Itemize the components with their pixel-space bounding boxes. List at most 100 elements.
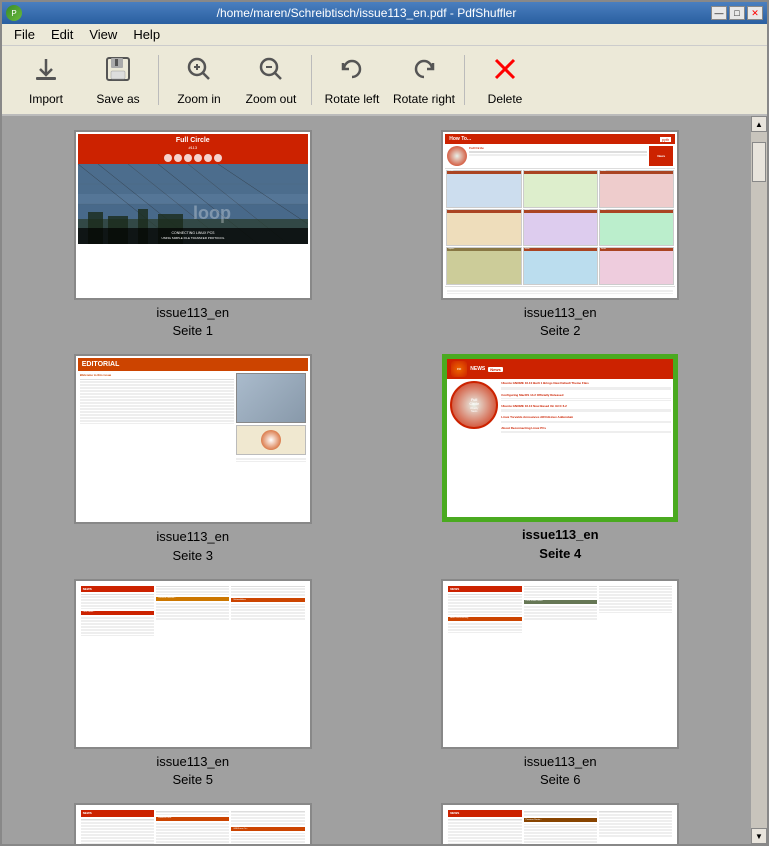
menu-help[interactable]: Help — [125, 25, 168, 44]
zoom-in-icon — [185, 55, 213, 88]
page-thumb-6: NEWS — [445, 583, 675, 745]
p5-col2: Chronicle Release... — [156, 586, 229, 742]
main-window: P /home/maren/Schreibtisch/issue113_en.p… — [0, 0, 769, 846]
page-1-content: Full Circle #113 — [78, 134, 308, 296]
rotate-left-button[interactable]: Rotate left — [316, 49, 388, 111]
p4-fc-logo: Full Circle Weekly News — [450, 381, 498, 429]
save-button[interactable]: Save as — [82, 49, 154, 111]
p5-col3: Vulnerabilities — [231, 586, 304, 742]
app-icon: P — [6, 5, 22, 21]
close-button[interactable]: ✕ — [747, 6, 763, 20]
page-thumb-wrapper-2: How To... pyth Full Circle — [441, 130, 679, 300]
page-thumb-wrapper-3: EDITORIAL Welcome to this issue — [74, 354, 312, 524]
page-thumb-wrapper-7: NEWS — [74, 803, 312, 844]
content-wrapper: Full Circle #113 — [2, 116, 767, 844]
p4-story-5: About Reconnecting Linux PCs — [501, 426, 671, 433]
p1-brand: Full Circle — [78, 134, 308, 145]
page-thumb-wrapper-4: FC NEWS News Full — [442, 354, 678, 522]
page-6-content: NEWS — [445, 583, 675, 745]
menu-edit[interactable]: Edit — [43, 25, 81, 44]
scroll-down-button[interactable]: ▼ — [751, 828, 767, 844]
page-thumb-wrapper-5: NEWS — [74, 579, 312, 749]
rotate-left-label: Rotate left — [325, 92, 380, 106]
zoom-in-label: Zoom in — [177, 92, 220, 106]
delete-label: Delete — [488, 92, 523, 106]
rotate-left-icon — [338, 55, 366, 88]
p4-right-col: Ubuntu GNOME 16.10 Built 1 Brings New De… — [501, 381, 671, 515]
zoom-out-button[interactable]: Zoom out — [235, 49, 307, 111]
p4-left-col: Full Circle Weekly News — [449, 381, 499, 515]
p8-col1: NEWS — [448, 810, 521, 844]
page-label-1: issue113_en Seite 1 — [156, 304, 229, 340]
maximize-button[interactable]: □ — [729, 6, 745, 20]
p6-col1: NEWS — [448, 586, 521, 742]
menu-view[interactable]: View — [81, 25, 125, 44]
page-thumb-3: EDITORIAL Welcome to this issue — [78, 358, 308, 520]
p2-header: How To... pyth — [445, 134, 675, 144]
toolbar: Import Save as — [2, 46, 767, 116]
page-item-6[interactable]: NEWS — [384, 579, 738, 789]
page-thumb-5: NEWS — [78, 583, 308, 745]
page-5-content: NEWS — [78, 583, 308, 745]
page-item-2[interactable]: How To... pyth Full Circle — [384, 130, 738, 340]
svg-text:USING SIMPLE FILE TRANSFER PRO: USING SIMPLE FILE TRANSFER PROTOCOL — [161, 236, 224, 240]
p1-issue: #113 — [78, 145, 308, 152]
rotate-right-button[interactable]: Rotate right — [388, 49, 460, 111]
import-label: Import — [29, 92, 63, 106]
svg-text:CONNECTING LINUX PCS: CONNECTING LINUX PCS — [171, 231, 215, 235]
scrollbar-track[interactable] — [751, 132, 767, 828]
separator-1 — [158, 55, 159, 105]
page-item-7[interactable]: NEWS — [16, 803, 370, 844]
page-2-content: How To... pyth Full Circle — [445, 134, 675, 296]
p5-col1: NEWS — [81, 586, 154, 742]
scroll-up-button[interactable]: ▲ — [751, 116, 767, 132]
page-item-3[interactable]: EDITORIAL Welcome to this issue — [16, 354, 370, 564]
p4-story-4: Linux Torvalds Announces ARCHLinux Adden… — [501, 415, 671, 422]
p8-col3 — [599, 810, 672, 844]
delete-icon — [491, 55, 519, 88]
save-label: Save as — [96, 92, 139, 106]
delete-button[interactable]: Delete — [469, 49, 541, 111]
page-thumb-wrapper-1: Full Circle #113 — [74, 130, 312, 300]
vertical-scrollbar: ▲ ▼ — [751, 116, 767, 844]
window-title: /home/maren/Schreibtisch/issue113_en.pdf… — [22, 6, 711, 20]
minimize-button[interactable]: — — [711, 6, 727, 20]
page-thumb-4: FC NEWS News Full — [445, 357, 675, 519]
p1-cover-image: loop CONNECTING LINUX PCS USING SIMPLE F… — [78, 164, 308, 244]
zoom-out-icon — [257, 55, 285, 88]
page-item-5[interactable]: NEWS — [16, 579, 370, 789]
p7-col3: GNU/Linux On... — [231, 810, 304, 844]
save-icon — [104, 55, 132, 88]
page-thumb-7: NEWS — [78, 807, 308, 844]
p7-col1: NEWS — [81, 810, 154, 844]
page-label-5: issue113_en Seite 5 — [156, 753, 229, 789]
page-item-4[interactable]: FC NEWS News Full — [384, 354, 738, 564]
page-label-2: issue113_en Seite 2 — [524, 304, 597, 340]
page-4-content: FC NEWS News Full — [447, 359, 673, 517]
p8-col2: Premiere Router... — [524, 810, 597, 844]
page-thumb-1: Full Circle #113 — [78, 134, 308, 296]
import-button[interactable]: Import — [10, 49, 82, 111]
page-label-4: issue113_en Seite 4 — [522, 526, 599, 562]
page-label-3: issue113_en Seite 3 — [156, 528, 229, 564]
page-item-8[interactable]: NEWS — [384, 803, 738, 844]
page-8-content: NEWS — [445, 807, 675, 844]
p4-header: FC NEWS News — [447, 359, 673, 379]
zoom-in-button[interactable]: Zoom in — [163, 49, 235, 111]
p4-body: Full Circle Weekly News — [447, 379, 673, 517]
page-item-1[interactable]: Full Circle #113 — [16, 130, 370, 340]
menu-file[interactable]: File — [6, 25, 43, 44]
p4-story-1: Ubuntu GNOME 16.10 Built 1 Brings New De… — [501, 381, 671, 390]
p7-col2: Powerful Linux — [156, 810, 229, 844]
page-thumb-8: NEWS — [445, 807, 675, 844]
p4-story-2: Configuring MacOS 14.2 Officially Releas… — [501, 393, 671, 400]
window-controls: — □ ✕ — [711, 6, 763, 20]
p6-col3 — [599, 586, 672, 742]
rotate-right-label: Rotate right — [393, 92, 455, 106]
p1-decoration — [78, 152, 308, 164]
page-thumb-wrapper-6: NEWS — [441, 579, 679, 749]
import-icon — [32, 55, 60, 88]
title-bar: P /home/maren/Schreibtisch/issue113_en.p… — [2, 2, 767, 24]
scrollbar-thumb[interactable] — [752, 142, 766, 182]
pages-grid: Full Circle #113 — [12, 126, 741, 844]
